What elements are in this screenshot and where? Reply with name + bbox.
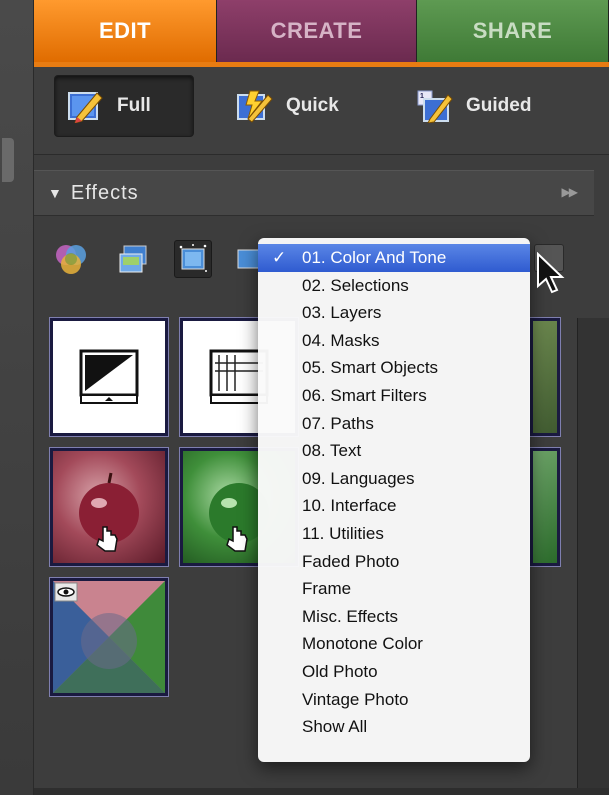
- menu-item[interactable]: 07. Paths: [258, 410, 530, 438]
- effect-thumbnail[interactable]: [49, 577, 169, 697]
- editor-window: EDIT CREATE SHARE Full Quick 1 Guided ▼ …: [0, 0, 609, 795]
- checkmark-icon: ✓: [272, 248, 287, 267]
- full-edit-button[interactable]: Full: [54, 75, 194, 137]
- menu-item[interactable]: 08. Text: [258, 437, 530, 465]
- photo-effects-icon[interactable]: [114, 240, 152, 278]
- menu-item[interactable]: 10. Interface: [258, 492, 530, 520]
- guided-edit-button[interactable]: 1 2 Guided: [404, 75, 609, 137]
- panel-resize-handle[interactable]: [2, 138, 14, 182]
- effect-thumbnail[interactable]: [49, 317, 169, 437]
- menu-item[interactable]: Show All: [258, 713, 530, 741]
- full-edit-icon: [67, 89, 105, 124]
- filters-icon[interactable]: [174, 240, 212, 278]
- tab-create[interactable]: CREATE: [217, 0, 417, 62]
- menu-item[interactable]: Frame: [258, 575, 530, 603]
- menu-item[interactable]: 04. Masks: [258, 327, 530, 355]
- full-edit-label: Full: [117, 95, 151, 116]
- menu-item[interactable]: 06. Smart Filters: [258, 382, 530, 410]
- menu-item[interactable]: 05. Smart Objects: [258, 354, 530, 382]
- mouse-cursor-icon: [537, 252, 565, 294]
- effects-panel-title: Effects: [70, 181, 139, 204]
- tab-share[interactable]: SHARE: [417, 0, 609, 62]
- menu-item[interactable]: 02. Selections: [258, 272, 530, 300]
- layer-styles-icon[interactable]: [52, 240, 90, 278]
- category-dropdown-menu: ✓ 01. Color And Tone 02. Selections 03. …: [258, 238, 530, 762]
- tab-edit[interactable]: EDIT: [34, 0, 217, 62]
- quick-fix-icon: [236, 89, 274, 123]
- guided-edit-label: Guided: [466, 95, 532, 116]
- panel-divider: [577, 318, 609, 795]
- effect-thumbnail[interactable]: [49, 447, 169, 567]
- menu-item[interactable]: Vintage Photo: [258, 686, 530, 714]
- menu-item[interactable]: Misc. Effects: [258, 603, 530, 631]
- menu-item[interactable]: Old Photo: [258, 658, 530, 686]
- menu-item[interactable]: Monotone Color: [258, 630, 530, 658]
- quick-fix-label: Quick: [286, 95, 339, 116]
- left-panel-strip: [0, 0, 34, 795]
- menu-item-label: 01. Color And Tone: [302, 248, 447, 267]
- workspace-tabs: EDIT CREATE SHARE: [34, 0, 609, 62]
- collapse-triangle-icon[interactable]: ▼: [48, 185, 63, 201]
- effect-thumbnail[interactable]: [529, 317, 561, 437]
- guided-edit-icon: 1 2: [416, 89, 454, 124]
- quick-fix-button[interactable]: Quick: [224, 75, 394, 137]
- menu-item[interactable]: 11. Utilities: [258, 520, 530, 548]
- menu-item[interactable]: ✓ 01. Color And Tone: [258, 244, 530, 272]
- menu-item[interactable]: 09. Languages: [258, 465, 530, 493]
- edit-mode-toolbar: Full Quick 1 2 Gui: [34, 67, 609, 155]
- menu-item[interactable]: 03. Layers: [258, 299, 530, 327]
- effect-thumbnail[interactable]: [529, 447, 561, 567]
- panel-bottom-edge: [34, 788, 609, 795]
- panel-menu-icon[interactable]: ▶▶: [562, 185, 579, 199]
- effects-panel-header[interactable]: ▼ Effects ▶▶: [34, 170, 594, 216]
- menu-item[interactable]: Faded Photo: [258, 548, 530, 576]
